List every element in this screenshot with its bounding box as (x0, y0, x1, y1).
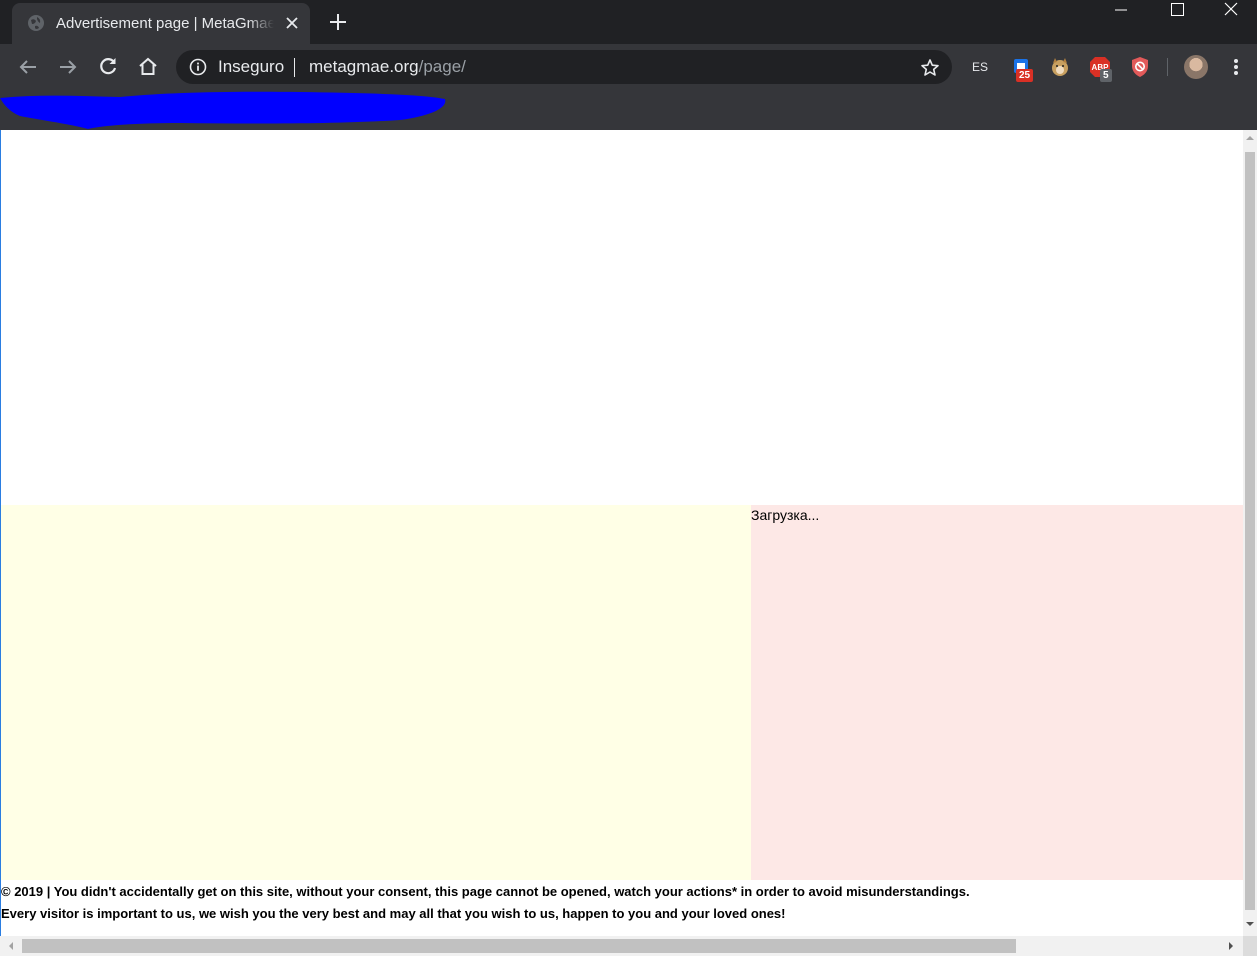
shield-block-icon[interactable] (1128, 55, 1152, 79)
scroll-up-arrow-icon[interactable] (1246, 134, 1254, 142)
url-host: metagmae.org (309, 57, 419, 76)
new-tab-icon[interactable] (328, 12, 348, 32)
scroll-left-arrow-icon[interactable] (7, 942, 15, 950)
info-icon[interactable] (189, 58, 207, 76)
redaction-scribble (0, 91, 446, 129)
close-window-icon[interactable] (1205, 0, 1257, 22)
doge-extension-icon[interactable] (1048, 55, 1072, 79)
vertical-scrollbar[interactable] (1243, 130, 1257, 936)
home-icon[interactable] (136, 55, 160, 79)
scrollbar-corner (1243, 936, 1257, 956)
scroll-right-arrow-icon[interactable] (1227, 942, 1235, 950)
security-status-label[interactable]: Inseguro (218, 57, 284, 77)
horizontal-scroll-thumb[interactable] (22, 939, 1016, 953)
scroll-down-arrow-icon[interactable] (1246, 920, 1254, 928)
profile-avatar[interactable] (1184, 55, 1208, 79)
active-tab[interactable]: Advertisement page | MetaGmae (12, 3, 310, 44)
tab-title: Advertisement page | MetaGmae (56, 15, 274, 32)
bookmarks-bar (0, 90, 1257, 130)
close-tab-icon[interactable] (284, 15, 300, 31)
address-bar[interactable]: Inseguro metagmae.org/page/ (176, 50, 952, 84)
forward-arrow-icon[interactable] (56, 55, 80, 79)
reload-icon[interactable] (96, 55, 120, 79)
ad-block-left (1, 505, 751, 880)
page-footer: © 2019 | You didn't accidentally get on … (1, 881, 1241, 925)
adblock-extension-button[interactable]: ABP 5 (1088, 55, 1112, 82)
bookmark-star-icon[interactable] (920, 58, 940, 78)
tab-strip: Advertisement page | MetaGmae (0, 0, 1257, 44)
omnibox-separator (294, 58, 295, 77)
browser-toolbar: Inseguro metagmae.org/page/ ES 25 ABP 5 (0, 44, 1257, 90)
maximize-window-icon[interactable] (1149, 0, 1205, 22)
back-arrow-icon[interactable] (16, 55, 40, 79)
ad-block-right: Загрузка... (751, 505, 1243, 880)
globe-icon (28, 15, 44, 31)
page-viewport: Загрузка... © 2019 | You didn't accident… (0, 130, 1243, 936)
loading-text: Загрузка... (751, 507, 820, 523)
footer-line-2: Every visitor is important to us, we wis… (1, 906, 786, 921)
url-text[interactable]: metagmae.org/page/ (309, 57, 466, 77)
more-menu-icon[interactable] (1228, 55, 1244, 79)
extension-es-button[interactable]: ES (968, 55, 992, 79)
footer-line-1: © 2019 | You didn't accidentally get on … (1, 884, 970, 899)
minimize-window-icon[interactable] (1093, 0, 1149, 22)
url-path: /page/ (418, 57, 466, 76)
toolbar-divider (1167, 58, 1168, 76)
vertical-scroll-thumb[interactable] (1245, 152, 1255, 910)
horizontal-scrollbar[interactable] (0, 936, 1243, 956)
calendar-badge: 25 (1016, 69, 1034, 82)
calendar-extension-button[interactable]: 25 (1010, 55, 1034, 82)
adblock-badge: 5 (1100, 69, 1112, 82)
